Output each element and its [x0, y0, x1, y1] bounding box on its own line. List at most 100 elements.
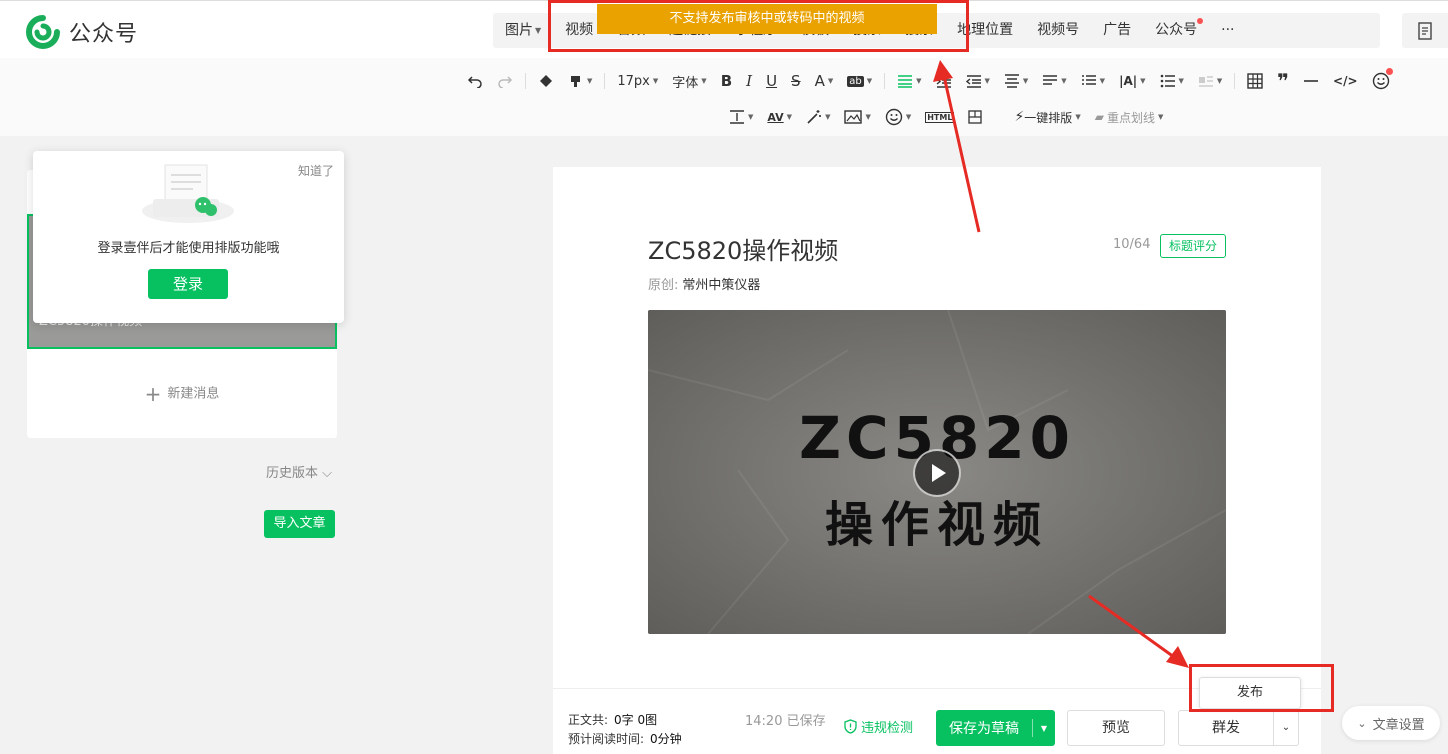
history-versions-link[interactable]: 历史版本 ⌵ — [266, 462, 332, 481]
lightning-icon: ⚡ — [1014, 109, 1025, 125]
document-icon — [1418, 21, 1432, 40]
author-line: 原创: 常州中策仪器 — [648, 274, 760, 293]
key-line-button[interactable]: ▰ 重点划线 ▼ — [1088, 106, 1171, 128]
font-family-value: 字体 — [672, 75, 699, 91]
character-spacing-icon[interactable]: AV ▼ — [760, 106, 799, 128]
layout-icon[interactable] — [961, 106, 989, 128]
author-name[interactable]: 常州中策仪器 — [682, 278, 760, 293]
background-color-icon[interactable]: ab ▼ — [840, 70, 879, 92]
word-count-label: 正文共: — [568, 713, 609, 727]
menu-item-label: ··· — [1221, 22, 1235, 38]
quote-icon[interactable]: ❞ — [1270, 69, 1296, 93]
list-indent-icon[interactable]: ▼ — [1074, 70, 1112, 92]
preview-button[interactable]: 预览 — [1067, 710, 1165, 746]
menu-item-label: 公众号 — [1155, 22, 1198, 38]
font-size-select[interactable]: 17px ▼ — [610, 70, 665, 92]
html-icon[interactable]: HTML — [918, 106, 961, 128]
image-icon[interactable]: ▼ — [837, 106, 877, 128]
one-click-format-button[interactable]: ⚡ 一键排版 ▼ — [1007, 106, 1087, 128]
vertical-spacing-icon[interactable]: ▼ — [722, 106, 760, 128]
article-stats: 正文共: 0字 0图 预计阅读时间: 0分钟 — [568, 711, 682, 749]
read-time-label: 预计阅读时间: — [568, 732, 645, 746]
word-count-value: 0字 0图 — [614, 713, 658, 727]
save-draft-label: 保存为草稿 — [949, 721, 1019, 737]
plus-icon: + — [144, 382, 162, 406]
magic-wand-icon[interactable]: ▼ — [799, 106, 837, 128]
font-color-icon[interactable]: A ▼ — [808, 70, 841, 92]
table-icon[interactable] — [1240, 70, 1270, 92]
logo-icon — [26, 15, 60, 49]
highlight-box-publish — [1189, 664, 1334, 712]
compliance-check-label: 违规检测 — [861, 721, 914, 736]
menu-item[interactable]: 广告 — [1091, 13, 1143, 48]
save-draft-button[interactable]: 保存为草稿 ▼ — [936, 710, 1055, 746]
read-time-value: 0分钟 — [650, 732, 682, 746]
login-button[interactable]: 登录 — [148, 269, 228, 299]
menu-item[interactable]: 图片 ▼ — [493, 13, 553, 48]
strikethrough-icon[interactable]: S — [784, 70, 808, 92]
app-name: 公众号 — [69, 22, 139, 47]
highlight-box-top — [548, 0, 969, 52]
dismiss-link[interactable]: 知道了 — [298, 162, 334, 179]
video-player[interactable]: ZC5820 操作视频 — [648, 310, 1226, 634]
login-tip-popup: 知道了 登录壹伴后才能使用排版功能哦 登录 — [33, 151, 344, 323]
bullet-list-icon[interactable]: ▼ — [1153, 70, 1191, 92]
new-message-button[interactable]: + 新建消息 — [27, 382, 337, 406]
import-article-button[interactable]: 导入文章 — [264, 510, 335, 538]
format-toolbar: ▼ 17px ▼ 字体 ▼ B I U S A ▼ ab ▼ ▼ ▼ ▼ ▼ ▼ |A|… — [0, 58, 1448, 136]
outdent-icon[interactable]: ▼ — [959, 70, 997, 92]
horizontal-rule-icon[interactable] — [1296, 70, 1326, 92]
article-settings-button[interactable]: ⌄ 文章设置 — [1342, 706, 1440, 740]
title-char-counter: 10/64 — [1113, 237, 1151, 252]
undo-icon[interactable] — [460, 70, 490, 92]
play-button[interactable] — [913, 449, 961, 497]
highlighter-icon: ▰ — [1094, 110, 1104, 124]
article-settings-label: 文章设置 — [1372, 717, 1425, 733]
mass-send-button[interactable]: 群发 — [1178, 710, 1274, 746]
format-painter-icon[interactable]: ▼ — [561, 70, 599, 92]
menu-item-label: 广告 — [1103, 22, 1132, 38]
font-family-select[interactable]: 字体 ▼ — [665, 70, 713, 92]
bold-icon[interactable]: B — [714, 70, 739, 92]
logo[interactable]: 公众号 — [26, 15, 138, 49]
divider — [525, 73, 526, 89]
emoji-icon[interactable] — [1365, 68, 1397, 92]
popup-message: 登录壹伴后才能使用排版功能哦 — [97, 241, 280, 256]
align-justify-icon[interactable]: ▼ — [890, 70, 928, 92]
menu-item-label: 图片 — [505, 22, 533, 39]
original-label: 原创: — [648, 278, 679, 293]
font-size-value: 17px — [617, 73, 650, 89]
new-message-label: 新建消息 — [167, 386, 220, 402]
italic-icon[interactable]: I — [739, 70, 759, 92]
play-icon — [932, 464, 946, 482]
chevron-down-icon: ⌵ — [322, 466, 333, 481]
menu-item-label: 视频号 — [1037, 22, 1080, 38]
save-status: 14:20 已保存 — [745, 714, 826, 729]
divider — [1234, 73, 1236, 89]
one-click-label: 一键排版 — [1024, 110, 1073, 125]
caret-down-icon[interactable]: ▼ — [1033, 724, 1055, 733]
printer-illustration-icon — [141, 163, 235, 229]
underline-icon[interactable]: U — [759, 70, 784, 92]
collapse-panel-button[interactable] — [1402, 13, 1448, 48]
float-icon[interactable]: ▼ — [1191, 70, 1229, 92]
letter-spacing-icon[interactable]: |A| ▼ — [1112, 70, 1152, 92]
indent-icon[interactable] — [929, 70, 959, 92]
notification-dot — [1197, 18, 1204, 24]
compliance-check-button[interactable]: 违规检测 — [844, 717, 913, 736]
caret-down-icon: ▼ — [535, 26, 542, 35]
code-icon[interactable]: </> — [1326, 70, 1365, 92]
mass-send-dropdown-icon[interactable]: ⌄ — [1273, 710, 1299, 746]
eraser-icon[interactable] — [531, 70, 561, 92]
key-line-label: 重点划线 — [1106, 110, 1155, 125]
menu-item[interactable]: ··· — [1209, 13, 1246, 48]
sticker-icon[interactable]: ▼ — [878, 106, 918, 128]
line-height-icon[interactable]: ▼ — [1035, 70, 1073, 92]
article-title-input[interactable]: ZC5820操作视频 — [648, 231, 838, 266]
menu-item[interactable]: 公众号 — [1143, 13, 1209, 48]
menu-item[interactable]: 视频号 — [1025, 13, 1091, 48]
history-label: 历史版本 — [266, 466, 319, 481]
title-score-button[interactable]: 标题评分 — [1160, 234, 1226, 258]
paragraph-spacing-icon[interactable]: ▼ — [997, 70, 1035, 92]
redo-icon[interactable] — [490, 70, 520, 92]
